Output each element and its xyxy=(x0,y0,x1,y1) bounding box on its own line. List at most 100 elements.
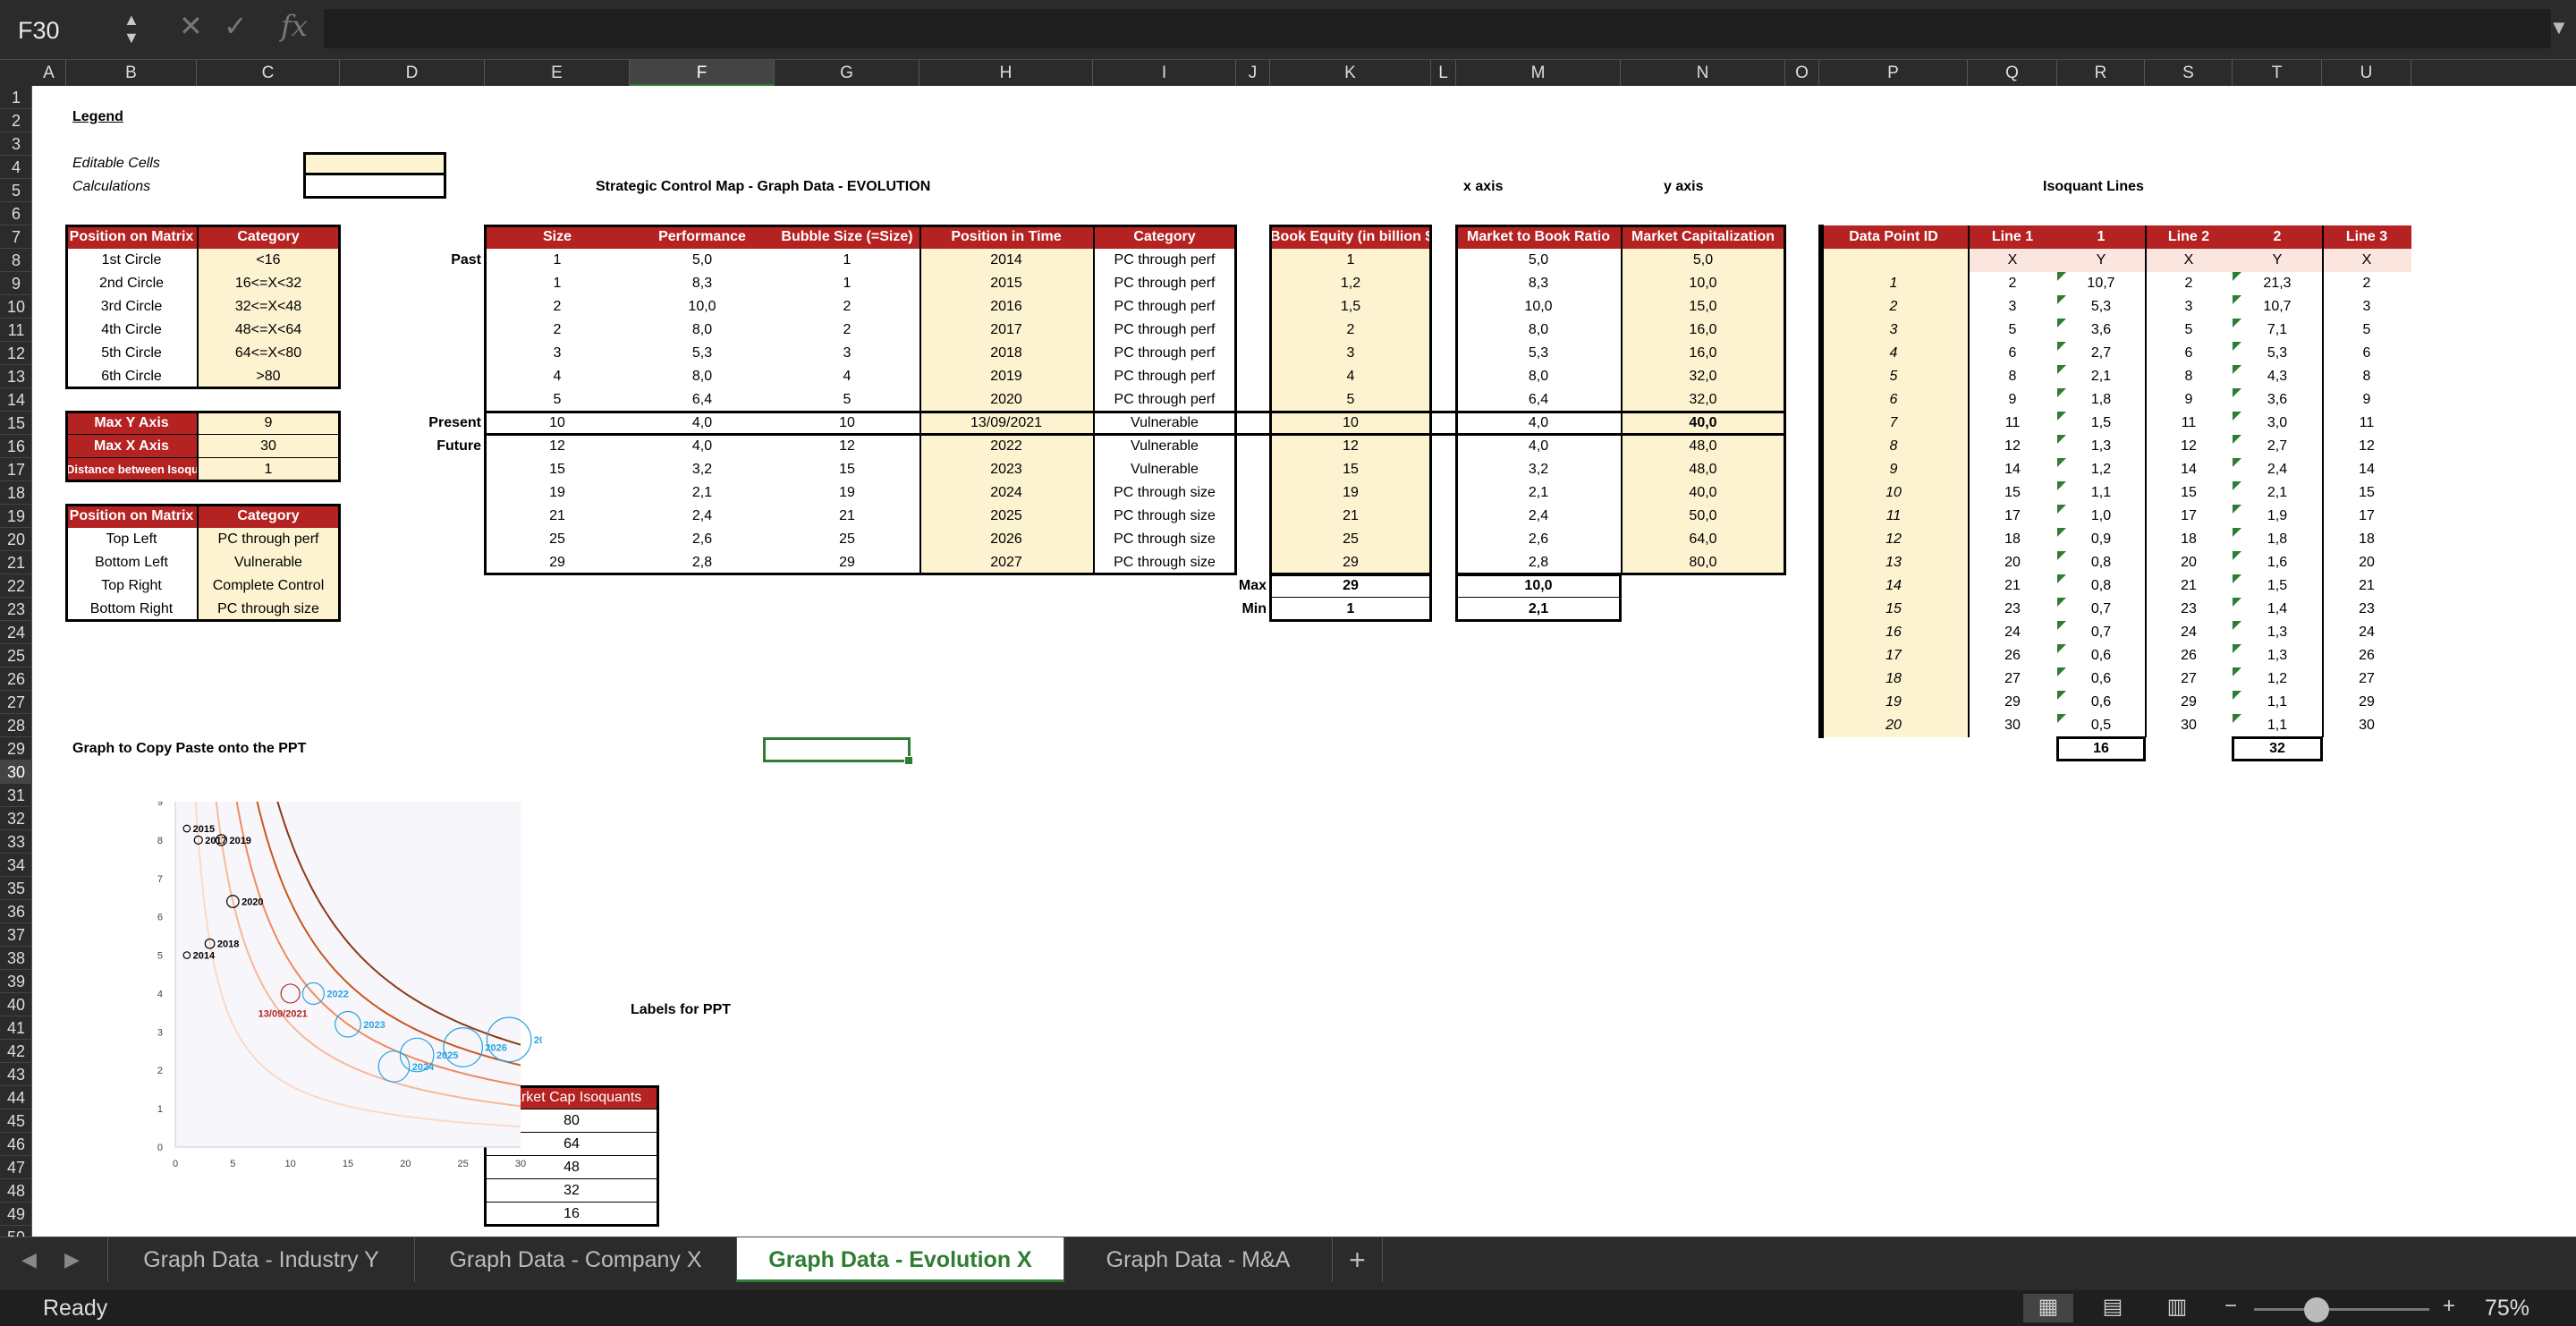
scm-cell[interactable]: 5 xyxy=(775,388,919,412)
isoquant-cell[interactable]: 2,1 xyxy=(2233,481,2322,505)
isoquant-cell[interactable]: 6 xyxy=(2145,342,2233,365)
header-cell[interactable]: Bubble Size (=Size) xyxy=(775,225,919,249)
scm-cell[interactable]: 4,0 xyxy=(630,412,775,435)
scm-cell[interactable]: 8,0 xyxy=(630,365,775,388)
isoquant-cell[interactable]: 1,2 xyxy=(2057,458,2145,481)
matrix-position-cell[interactable]: 1st Circle xyxy=(66,249,197,272)
zoom-out-icon[interactable]: − xyxy=(2206,1294,2256,1322)
isoquant-cell[interactable]: 15 xyxy=(1968,481,2057,505)
scm-cell[interactable]: 2020 xyxy=(919,388,1093,412)
row-header[interactable]: 37 xyxy=(0,923,32,947)
isoquant-cell[interactable]: 18 xyxy=(1968,528,2057,551)
isoquant-cell[interactable]: 1,3 xyxy=(2233,621,2322,644)
scm-cell[interactable]: 2015 xyxy=(919,272,1093,295)
scm-cell[interactable]: 10,0 xyxy=(630,295,775,319)
header-cell[interactable]: Size xyxy=(485,225,630,249)
isoquant-cell[interactable]: 1,3 xyxy=(2057,435,2145,458)
tab-industry-y[interactable]: Graph Data - Industry Y xyxy=(107,1237,415,1282)
max-label[interactable]: Max xyxy=(1236,574,1270,598)
market-to-book-cell[interactable]: 8,0 xyxy=(1456,319,1621,342)
market-cap-cell[interactable]: 16,0 xyxy=(1621,319,1785,342)
matrix-category-cell[interactable]: 16<=X<32 xyxy=(197,272,340,295)
isoquant-cell[interactable]: 18 xyxy=(2145,528,2233,551)
isoquant-cell[interactable]: 8 xyxy=(2145,365,2233,388)
isoquant-cell[interactable]: 3,6 xyxy=(2233,388,2322,412)
isoquant-cell[interactable]: 30 xyxy=(1968,714,2057,737)
header-cell[interactable]: Category xyxy=(197,505,340,528)
data-point-id-cell[interactable]: 14 xyxy=(1819,574,1968,598)
isoquant-cell[interactable]: 5 xyxy=(2322,319,2411,342)
book-equity-cell[interactable]: 21 xyxy=(1270,505,1431,528)
isoquant-cell[interactable]: 0,8 xyxy=(2057,551,2145,574)
scm-cell[interactable]: 2027 xyxy=(919,551,1093,574)
scm-cell[interactable]: 2024 xyxy=(919,481,1093,505)
isoquant-cell[interactable]: 0,9 xyxy=(2057,528,2145,551)
scm-cell[interactable]: PC through size xyxy=(1093,481,1236,505)
row-header[interactable]: 26 xyxy=(0,667,32,691)
scm-cell[interactable]: 2 xyxy=(485,295,630,319)
isoquant-cell[interactable]: 18 xyxy=(2322,528,2411,551)
isoquant-cell[interactable]: 1,1 xyxy=(2233,714,2322,737)
market-to-book-cell[interactable]: 2,8 xyxy=(1456,551,1621,574)
page-layout-icon[interactable]: ▤ xyxy=(2088,1294,2138,1322)
row-header[interactable]: 38 xyxy=(0,947,32,970)
isoquant-cell[interactable]: 12 xyxy=(1968,435,2057,458)
isoquant-cell[interactable]: 3 xyxy=(1968,295,2057,319)
book-equity-cell[interactable]: 3 xyxy=(1270,342,1431,365)
min-label[interactable]: Min xyxy=(1236,598,1270,621)
row-header[interactable]: 24 xyxy=(0,621,32,644)
market-to-book-cell[interactable]: 2,4 xyxy=(1456,505,1621,528)
row-header[interactable]: 27 xyxy=(0,691,32,714)
row-header[interactable]: 40 xyxy=(0,993,32,1016)
row-header[interactable]: 7 xyxy=(0,225,32,249)
row-header[interactable]: 48 xyxy=(0,1179,32,1203)
market-cap-cell[interactable]: 16,0 xyxy=(1621,342,1785,365)
isoquant-cell[interactable]: 23 xyxy=(2145,598,2233,621)
row-header[interactable]: 25 xyxy=(0,644,32,667)
isoquant-cell[interactable]: 14 xyxy=(1968,458,2057,481)
data-point-id-cell[interactable]: 12 xyxy=(1819,528,1968,551)
row-header[interactable]: 4 xyxy=(0,156,32,179)
isoquant-cell[interactable]: 24 xyxy=(2322,621,2411,644)
market-to-book-cell[interactable]: 3,2 xyxy=(1456,458,1621,481)
scm-cell[interactable]: Vulnerable xyxy=(1093,412,1236,435)
column-header[interactable]: L xyxy=(1431,60,1456,87)
scm-cell[interactable]: 21 xyxy=(775,505,919,528)
subheader-cell[interactable]: X xyxy=(2322,249,2411,272)
market-cap-cell[interactable]: 10,0 xyxy=(1621,272,1785,295)
column-header[interactable]: O xyxy=(1785,60,1819,87)
market-cap-cell[interactable]: 32,0 xyxy=(1621,365,1785,388)
row-header[interactable]: 14 xyxy=(0,388,32,412)
header-cell[interactable]: Book Equity (in billion $) xyxy=(1270,225,1431,249)
isoquant-cell[interactable]: 1,1 xyxy=(2233,691,2322,714)
column-header[interactable]: K xyxy=(1270,60,1431,87)
scm-cell[interactable]: 4 xyxy=(775,365,919,388)
subheader-cell[interactable]: X xyxy=(1968,249,2057,272)
function-icon[interactable]: fx xyxy=(281,9,308,43)
market-to-book-cell[interactable]: 2,6 xyxy=(1456,528,1621,551)
present-label[interactable]: Present xyxy=(340,412,485,435)
data-point-id-cell[interactable]: 18 xyxy=(1819,667,1968,691)
isoquant-cell[interactable]: 3,6 xyxy=(2057,319,2145,342)
matrix-position-cell[interactable]: Top Right xyxy=(66,574,197,598)
data-point-id-cell[interactable]: 17 xyxy=(1819,644,1968,667)
scm-cell[interactable]: 1 xyxy=(485,272,630,295)
market-cap-cell[interactable]: 40,0 xyxy=(1621,412,1785,435)
isoquant-cell[interactable]: 3 xyxy=(2322,295,2411,319)
isoquant-cell[interactable]: 27 xyxy=(1968,667,2057,691)
formula-input[interactable] xyxy=(324,9,2551,48)
isoquant-cell[interactable]: 0,6 xyxy=(2057,691,2145,714)
column-header[interactable]: G xyxy=(775,60,919,87)
market-to-book-cell[interactable]: 5,0 xyxy=(1456,249,1621,272)
scm-cell[interactable]: 1 xyxy=(485,249,630,272)
matrix-position-cell[interactable]: Top Left xyxy=(66,528,197,551)
book-equity-cell[interactable]: 10 xyxy=(1270,412,1431,435)
name-box[interactable]: F30 ▲ ▼ xyxy=(0,5,152,52)
isoquant-cell[interactable]: 15 xyxy=(2322,481,2411,505)
scm-cell[interactable]: 25 xyxy=(775,528,919,551)
y-max-cell[interactable]: 10,0 xyxy=(1456,574,1621,598)
isoquant-cell[interactable]: 6 xyxy=(1968,342,2057,365)
isoquant-cell[interactable]: 8 xyxy=(2322,365,2411,388)
row-header[interactable]: 13 xyxy=(0,365,32,388)
row-header[interactable]: 9 xyxy=(0,272,32,295)
